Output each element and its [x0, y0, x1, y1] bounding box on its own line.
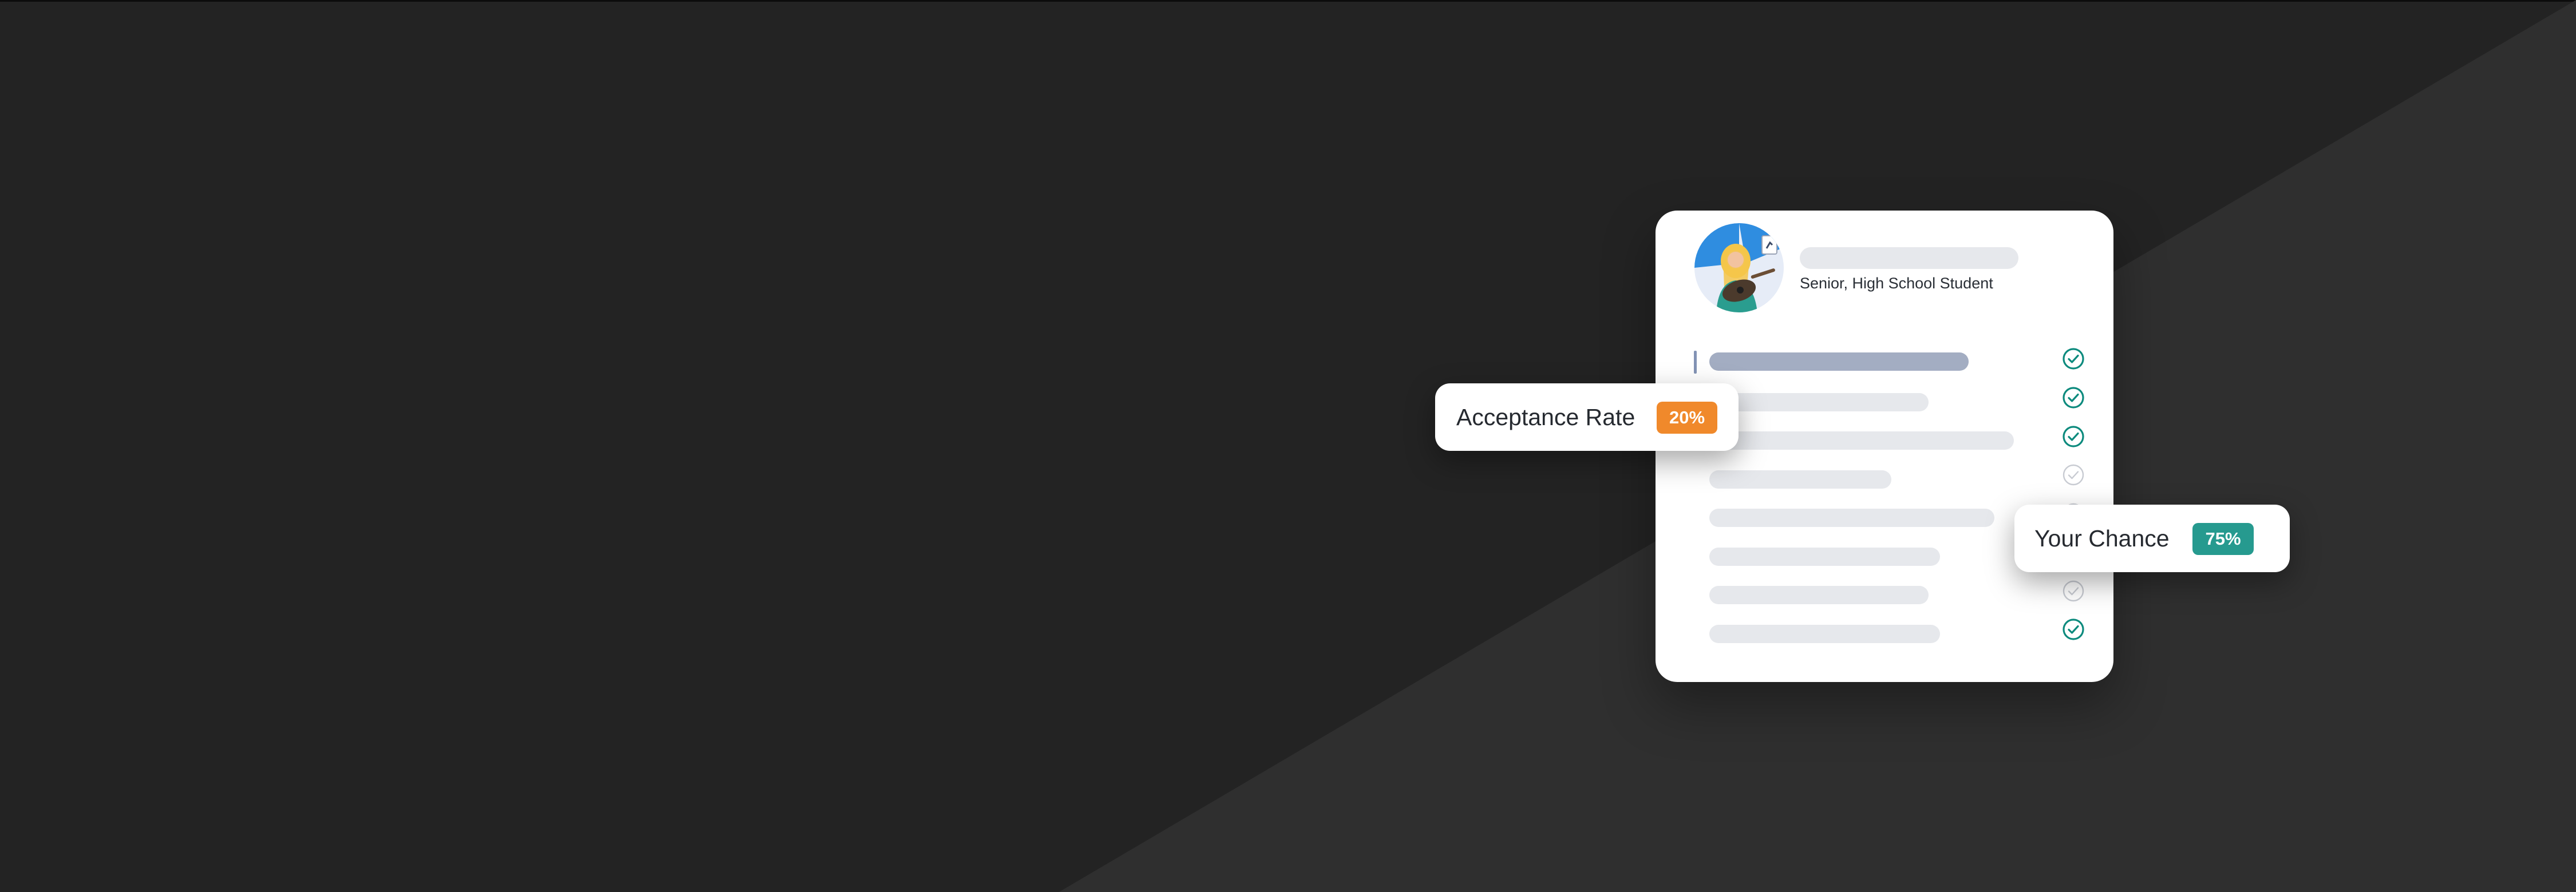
- checklist-item-bar: [1709, 625, 1940, 643]
- checklist-item-bar: [1709, 586, 1929, 604]
- your-chance-label: Your Chance: [2034, 525, 2170, 552]
- acceptance-rate-chip: Acceptance Rate 20%: [1435, 383, 1739, 451]
- your-chance-badge: 75%: [2192, 523, 2254, 555]
- student-avatar-icon: [1694, 223, 1784, 312]
- check-done-icon: [2061, 617, 2085, 641]
- checklist-item-bar: [1709, 470, 1891, 489]
- acceptance-rate-label: Acceptance Rate: [1456, 404, 1635, 430]
- your-chance-chip: Your Chance 75%: [2014, 505, 2290, 572]
- text-cursor-marker: [1694, 351, 1697, 374]
- checklist-item-bar: [1709, 431, 2014, 450]
- check-done-icon: [2061, 386, 2085, 410]
- check-pending-icon: [2061, 579, 2085, 603]
- check-pending-icon: [2061, 463, 2085, 487]
- checklist-item-bar: [1709, 548, 1940, 566]
- student-subtitle: Senior, High School Student: [1800, 275, 1993, 292]
- checklist-item-bar: [1709, 352, 1969, 371]
- background-diagonal-panel: [1059, 0, 2576, 892]
- student-name-placeholder: [1800, 247, 2018, 269]
- check-done-icon: [2061, 425, 2085, 449]
- checklist-item-bar: [1709, 393, 1929, 411]
- checklist-item-bar: [1709, 509, 1994, 527]
- check-done-icon: [2061, 347, 2085, 371]
- acceptance-rate-badge: 20%: [1657, 402, 1717, 434]
